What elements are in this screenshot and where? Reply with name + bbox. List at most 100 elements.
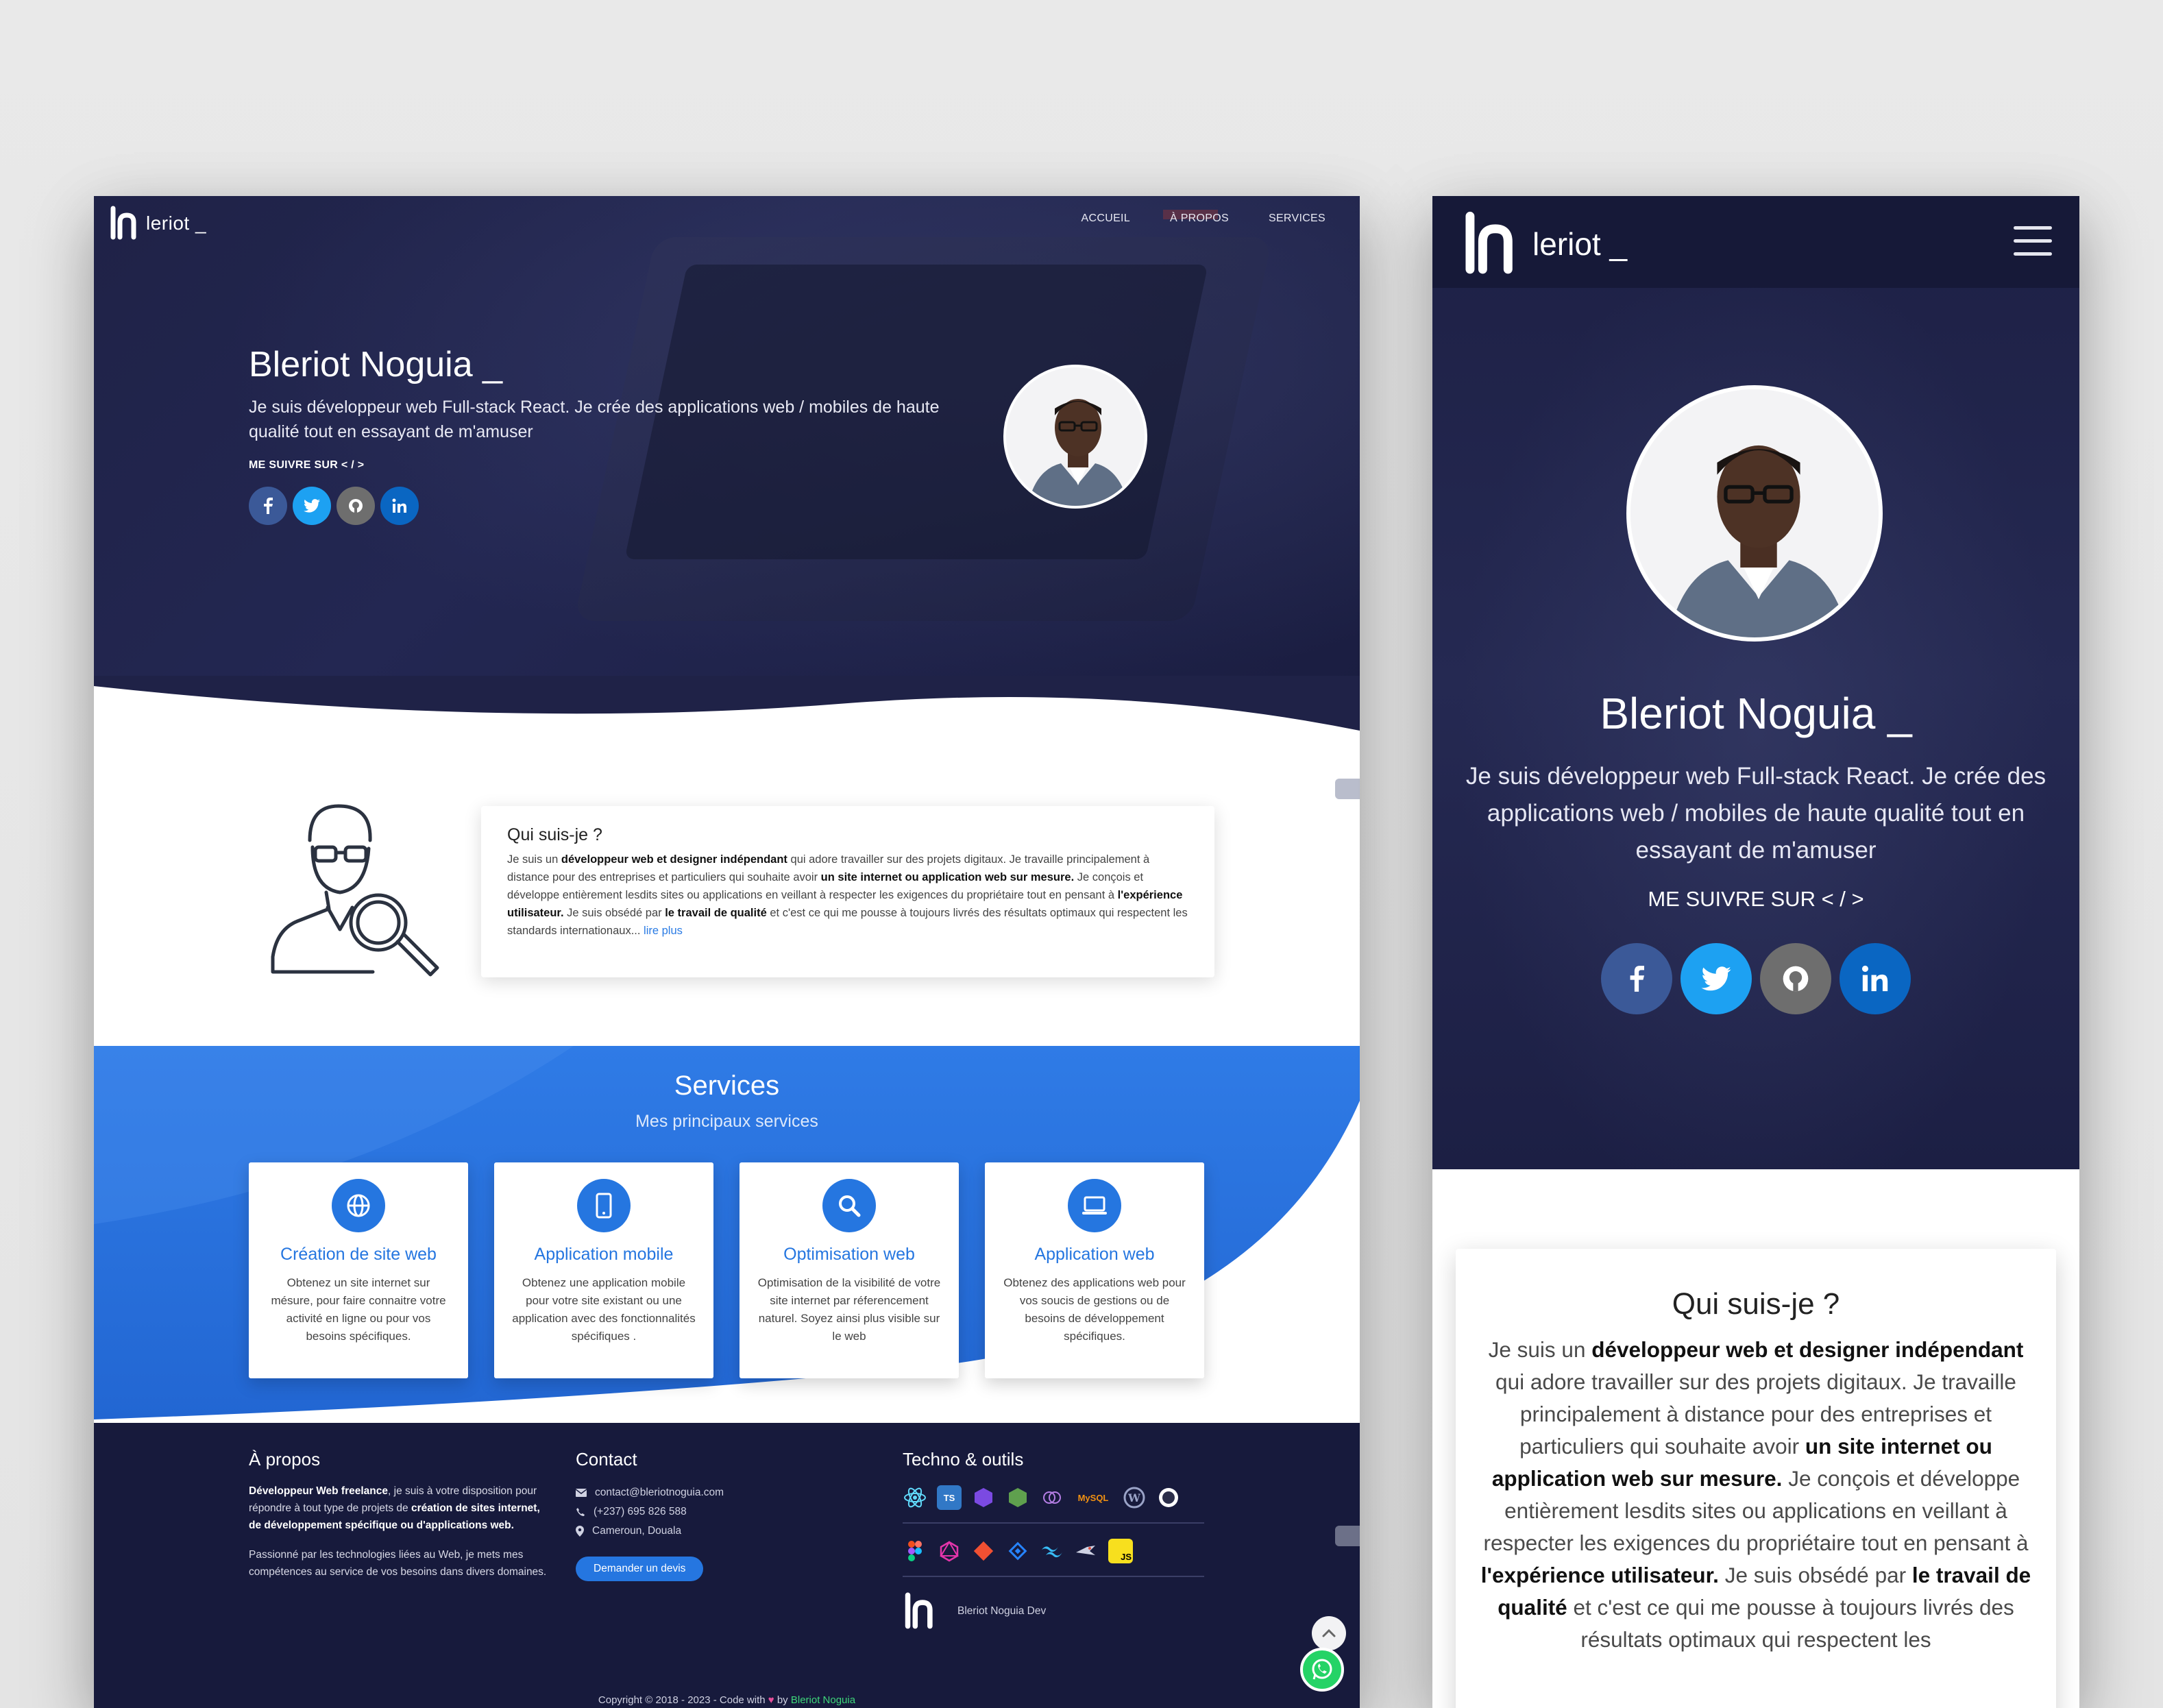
about-card: Qui suis-je ? Je suis un développeur web…: [1456, 1249, 2056, 1708]
side-widget-tab[interactable]: [1335, 1526, 1360, 1546]
divider: [903, 1522, 1204, 1524]
hamburger-menu-button[interactable]: [2014, 226, 2052, 265]
linkedin-icon: [392, 498, 406, 513]
twitter-button[interactable]: [1681, 943, 1752, 1014]
tech-row-1: TS MySQL W: [903, 1485, 1218, 1510]
author-link[interactable]: Bleriot Noguia: [791, 1694, 855, 1706]
mobile-hero-section: [1432, 196, 2079, 1169]
social-links: [1432, 943, 2079, 1014]
logo-icon: [110, 206, 136, 240]
social-links: [249, 487, 962, 525]
map-pin-icon: [576, 1526, 584, 1537]
footer-about: À propos Développeur Web freelance, je s…: [249, 1449, 550, 1581]
footer-tech: Techno & outils TS MySQL W JS Bleriot No…: [903, 1449, 1218, 1631]
globe-icon: [332, 1179, 385, 1232]
service-title: Application mobile: [534, 1245, 674, 1264]
facebook-icon: [1630, 966, 1644, 992]
bird-icon: [1074, 1539, 1099, 1563]
service-card-site-web[interactable]: Création de site web Obtenez un site int…: [249, 1162, 468, 1378]
github-icon: [349, 499, 363, 513]
heart-icon: ♥: [768, 1694, 774, 1706]
site-logo[interactable]: leriot _: [110, 206, 206, 241]
hero-name: Bleriot Noguia _: [249, 345, 502, 385]
profile-photo: [1630, 389, 1879, 637]
javascript-icon: JS: [1108, 1539, 1133, 1563]
footer-about-text: Développeur Web freelance, je suis à vot…: [249, 1485, 540, 1531]
about-title: Qui suis-je ?: [1672, 1287, 1840, 1321]
hero-wave-divider: [94, 676, 1360, 772]
footer-contact-title: Contact: [576, 1449, 637, 1469]
github-button[interactable]: [1760, 943, 1831, 1014]
service-description: Obtenez des applications web pour vos so…: [1003, 1276, 1186, 1343]
footer-brand: Bleriot Noguia Dev: [903, 1592, 1218, 1631]
graphql-icon: [1040, 1485, 1064, 1510]
follow-label: ME SUIVRE SUR < / >: [249, 459, 365, 471]
request-quote-button[interactable]: Demander un devis: [576, 1557, 704, 1581]
github-button[interactable]: [337, 487, 375, 525]
react-icon: [903, 1485, 927, 1510]
service-description: Obtenez un site internet sur mésure, pou…: [271, 1276, 446, 1343]
profile-avatar: [1003, 365, 1147, 509]
about-card: Qui suis-je ? Je suis un développeur web…: [481, 806, 1214, 977]
service-title: Création de site web: [280, 1245, 437, 1264]
divider: [903, 1576, 1204, 1577]
facebook-icon: [264, 498, 273, 514]
facebook-button[interactable]: [1601, 943, 1672, 1014]
side-widget-tab[interactable]: [1335, 779, 1360, 799]
service-card-application-web[interactable]: Application web Obtenez des applications…: [985, 1162, 1204, 1378]
copyright: Copyright © 2018 - 2023 - Code with ♥ by…: [598, 1694, 856, 1706]
globe-icon: [1156, 1485, 1181, 1510]
site-logo[interactable]: leriot _: [1463, 211, 1627, 277]
about-text: Je suis un développeur web et designer i…: [1480, 1337, 2031, 1652]
about-title: Qui suis-je ?: [507, 825, 602, 844]
linkedin-icon: [1861, 965, 1888, 992]
nav-item-services[interactable]: SERVICES: [1269, 212, 1325, 225]
logo-text: leriot _: [1532, 226, 1628, 262]
read-more-link[interactable]: lire plus: [644, 925, 683, 937]
service-card-optimisation-web[interactable]: Optimisation web Optimisation de la visi…: [740, 1162, 959, 1378]
follow-label: ME SUIVRE SUR < / >: [1648, 887, 1864, 911]
nav-item-a-propos[interactable]: À PROPOS: [1170, 212, 1229, 225]
jira-icon: [1005, 1539, 1030, 1563]
twitter-button[interactable]: [293, 487, 331, 525]
contact-location: Cameroun, Douala: [576, 1525, 850, 1537]
services-title: Services: [674, 1071, 780, 1101]
hero-section: leriot _ ACCUEIL À PROPOS SERVICES Bleri…: [94, 196, 1360, 744]
envelope-icon: [576, 1489, 587, 1497]
contact-email[interactable]: contact@bleriotnoguia.com: [576, 1487, 850, 1499]
contact-phone[interactable]: (+237) 695 826 588: [576, 1506, 850, 1518]
facebook-button[interactable]: [249, 487, 287, 525]
service-card-application-mobile[interactable]: Application mobile Obtenez une applicati…: [494, 1162, 713, 1378]
mobile-mockup: leriot _ Bleriot Noguia _ Je suis dévelo…: [1432, 196, 2079, 1708]
phone-icon: [576, 1508, 585, 1516]
whatsapp-button[interactable]: [1300, 1648, 1344, 1692]
logo-icon: [905, 1592, 933, 1629]
mobile-header: leriot _: [1432, 196, 2079, 288]
laptop-icon: [1068, 1179, 1121, 1232]
nodejs-icon: [1005, 1485, 1030, 1510]
service-title: Application web: [1034, 1245, 1155, 1264]
service-title: Optimisation web: [783, 1245, 915, 1264]
linkedin-button[interactable]: [1840, 943, 1911, 1014]
github-icon: [1783, 966, 1809, 992]
wordpress-icon: W: [1122, 1485, 1147, 1510]
hero-description: Je suis développeur web Full-stack React…: [249, 398, 940, 441]
whatsapp-icon: [1312, 1659, 1332, 1680]
search-icon: [822, 1179, 876, 1232]
footer-about-title: À propos: [249, 1449, 321, 1469]
git-icon: [971, 1539, 996, 1563]
tailwind-icon: [1040, 1539, 1064, 1563]
desktop-mockup: leriot _ ACCUEIL À PROPOS SERVICES Bleri…: [94, 196, 1360, 1708]
typescript-icon: TS: [937, 1485, 962, 1510]
service-description: Optimisation de la visibilité de votre s…: [757, 1276, 941, 1343]
logo-text: leriot _: [146, 212, 207, 234]
svg-text:W: W: [1127, 1491, 1141, 1504]
footer-tech-title: Techno & outils: [903, 1449, 1024, 1469]
twitter-icon: [304, 499, 320, 513]
scroll-to-top-button[interactable]: [1312, 1616, 1346, 1650]
nav-item-accueil[interactable]: ACCUEIL: [1082, 212, 1130, 225]
linkedin-button[interactable]: [380, 487, 419, 525]
footer-brand-text: Bleriot Noguia Dev: [957, 1605, 1047, 1617]
footer-contact: Contact contact@bleriotnoguia.com (+237)…: [576, 1449, 850, 1581]
logo-icon: [1465, 211, 1513, 274]
